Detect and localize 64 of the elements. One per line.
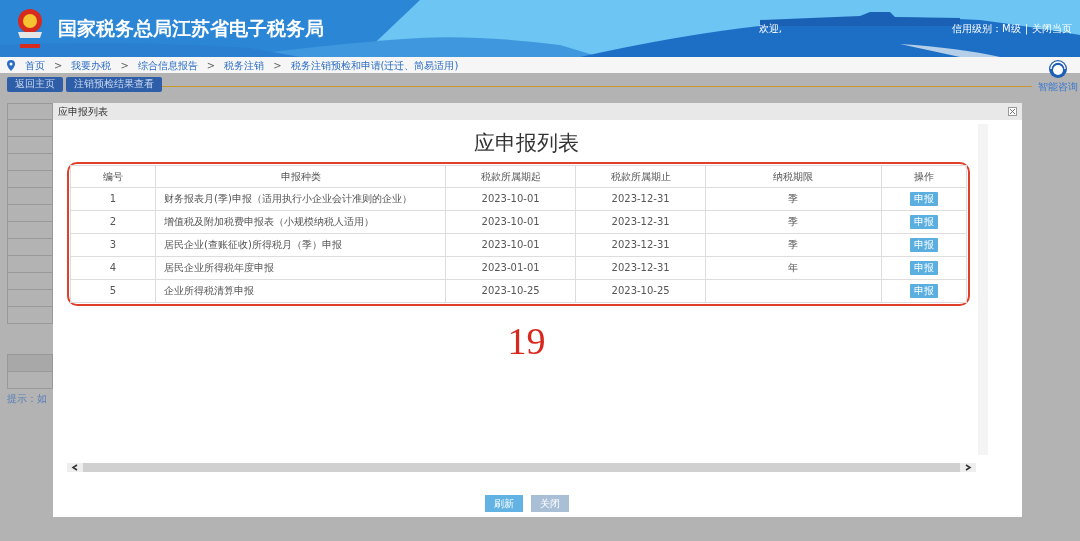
table-cell: 2023-12-31 (575, 210, 706, 233)
breadcrumb-link[interactable]: 首页 (25, 57, 45, 73)
breadcrumb-link[interactable]: 我要办税 (71, 57, 112, 73)
column-header: 税款所属期止 (575, 165, 706, 187)
table-cell: 2023-10-25 (445, 279, 576, 302)
welcome-text: 欢迎, (758, 22, 782, 36)
declare-button[interactable]: 申报 (909, 238, 938, 252)
table-cell: 年 (705, 256, 882, 279)
column-header: 操作 (881, 165, 967, 187)
horizontal-scrollbar[interactable] (67, 463, 976, 472)
breadcrumb-link[interactable]: 税务注销 (224, 57, 265, 73)
breadcrumb-separator: > (54, 58, 63, 73)
table-cell: 季 (705, 210, 882, 233)
column-header: 纳税期限 (705, 165, 882, 187)
declare-button[interactable]: 申报 (909, 215, 938, 229)
table-cell: 2023-12-31 (575, 233, 706, 256)
breadcrumb-separator: > (120, 58, 129, 73)
empty-cell (7, 354, 53, 372)
table-cell: 2023-10-01 (445, 210, 576, 233)
table-cell: 2023-01-01 (445, 256, 576, 279)
dialog-button[interactable]: 刷新 (484, 495, 523, 512)
count-number: 19 (507, 321, 546, 360)
table-cell: 3 (70, 233, 156, 256)
breadcrumb-link[interactable]: 税务注销预检和申请(迁迁、简易适用) (290, 57, 459, 73)
declare-button[interactable]: 申报 (909, 192, 938, 206)
column-header: 申报种类 (155, 165, 446, 187)
breadcrumb-link[interactable]: 综合信息报告 (137, 57, 198, 73)
table-cell: 季 (705, 187, 882, 210)
site-title: 国家税务总局江苏省电子税务局 (58, 16, 324, 42)
breadcrumb-separator: > (273, 58, 282, 73)
table-cell: 2023-12-31 (575, 256, 706, 279)
table-cell: 2023-10-01 (445, 187, 576, 210)
table-cell: 4 (70, 256, 156, 279)
table-cell: 财务报表月(季)申报（适用执行小企业会计准则的企业） (155, 187, 446, 210)
table-cell: 2 (70, 210, 156, 233)
help-link[interactable]: 智能咨询 (1038, 79, 1078, 94)
column-header: 税款所属期起 (445, 165, 576, 187)
headset-icon[interactable] (1048, 59, 1068, 79)
declare-button[interactable]: 申报 (909, 261, 938, 275)
list-heading: 应申报列表 (474, 130, 579, 157)
scroll-right-icon[interactable] (960, 463, 976, 472)
table-cell: 2023-10-25 (575, 279, 706, 302)
dialog-title: 应申报列表 (58, 105, 108, 119)
close-icon[interactable] (1008, 107, 1017, 116)
dialog-button[interactable]: 关闭 (530, 495, 569, 512)
table-cell: 5 (70, 279, 156, 302)
table-cell: 增值税及附加税费申报表（小规模纳税人适用） (155, 210, 446, 233)
scroll-left-icon[interactable] (67, 463, 83, 472)
toolbar-button[interactable]: 返回主页 (7, 76, 63, 92)
hint-text: 提示：如 (7, 392, 48, 406)
table-cell: 2023-12-31 (575, 187, 706, 210)
declare-button[interactable]: 申报 (909, 284, 938, 298)
table-cell: 2023-10-01 (445, 233, 576, 256)
column-header: 编号 (70, 165, 156, 187)
empty-cell (7, 372, 53, 389)
table-cell: 1 (70, 187, 156, 210)
toolbar-button[interactable]: 注销预检结果查看 (66, 76, 162, 92)
table-cell: 企业所得税清算申报 (155, 279, 446, 302)
breadcrumb-separator: > (206, 58, 216, 73)
separator-text: | (1024, 22, 1028, 36)
table-cell: 居民企业(查账征收)所得税月（季）申报 (155, 233, 446, 256)
credit-level: 信用级别：M级 (952, 22, 1021, 36)
table-cell: 居民企业所得税年度申报 (155, 256, 446, 279)
table-cell: 季 (705, 233, 882, 256)
